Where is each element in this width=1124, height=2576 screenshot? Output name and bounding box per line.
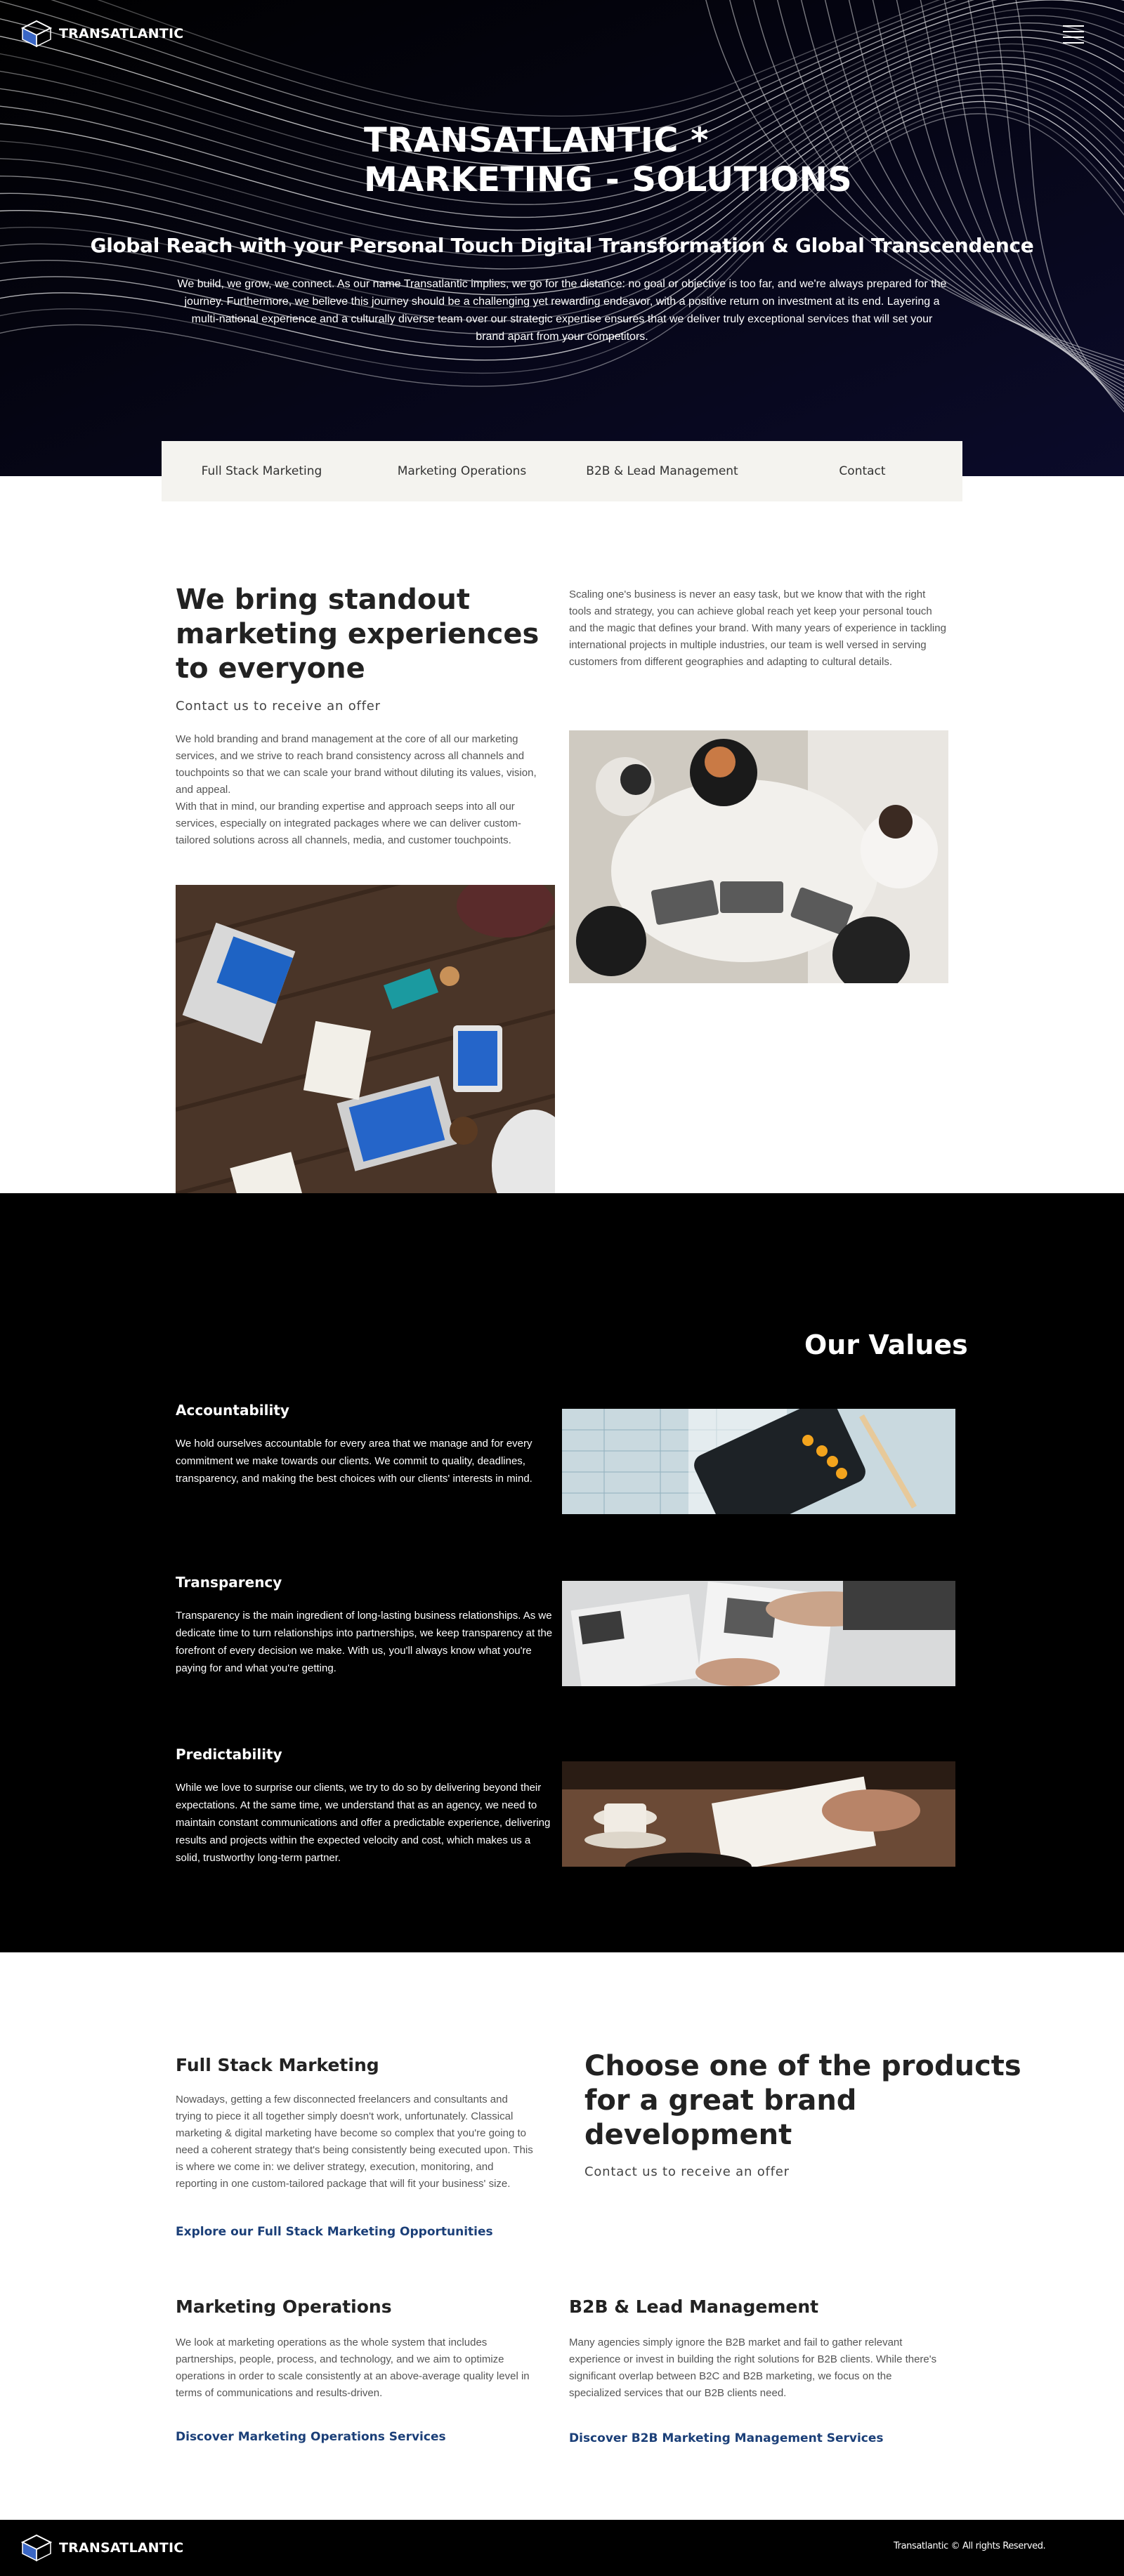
value-heading-accountability: Accountability: [176, 1402, 289, 1419]
marketing-operations-link[interactable]: Discover Marketing Operations Services: [176, 2430, 446, 2444]
choose-heading-line1: Choose one of the products: [584, 2050, 1021, 2082]
hamburger-menu-icon[interactable]: [1063, 24, 1084, 45]
choose-heading-line3: development: [584, 2119, 792, 2151]
intro-heading: We bring standout marketing experiences …: [176, 583, 539, 686]
tab-b2b-lead-management[interactable]: B2B & Lead Management: [562, 441, 762, 501]
b2b-link[interactable]: Discover B2B Marketing Management Servic…: [569, 2431, 884, 2445]
calculator-documents-photo: [562, 1409, 955, 1514]
intro-heading-line3: to everyone: [176, 652, 365, 685]
intro-right-text: Scaling one's business is never an easy …: [569, 589, 946, 668]
logo-mark-icon: [21, 20, 52, 48]
full-stack-link[interactable]: Explore our Full Stack Marketing Opportu…: [176, 2225, 493, 2239]
footer-logo-text: TRANSATLANTIC: [59, 2540, 184, 2556]
logo-text: TRANSATLANTIC: [59, 26, 184, 41]
tab-marketing-operations[interactable]: Marketing Operations: [362, 441, 562, 501]
hero-title-line1: TRANSATLANTIC *: [364, 121, 709, 160]
values-title: Our Values: [804, 1329, 968, 1360]
value-text-predictability: While we love to surprise our clients, w…: [176, 1782, 551, 1864]
value-heading-predictability: Predictability: [176, 1746, 282, 1763]
hero-description: We build, we grow, we connect. As our na…: [177, 278, 947, 343]
full-stack-heading: Full Stack Marketing: [176, 2055, 379, 2075]
hero-title: TRANSATLANTIC * MARKETING - SOLUTIONS: [364, 121, 852, 199]
marketing-operations-text: We look at marketing operations as the w…: [176, 2337, 530, 2399]
choose-products-heading: Choose one of the products for a great b…: [584, 2049, 1021, 2153]
coffee-notebook-photo: [562, 1761, 955, 1867]
b2b-heading: B2B & Lead Management: [569, 2296, 819, 2317]
value-text-accountability: We hold ourselves accountable for every …: [176, 1438, 532, 1485]
full-stack-text: Nowadays, getting a few disconnected fre…: [176, 2094, 533, 2190]
tab-contact[interactable]: Contact: [762, 441, 962, 501]
header-logo[interactable]: TRANSATLANTIC: [21, 20, 183, 48]
logo-mark-icon: [21, 2534, 52, 2562]
tab-full-stack-marketing[interactable]: Full Stack Marketing: [162, 441, 362, 501]
footer-logo[interactable]: TRANSATLANTIC: [21, 2534, 183, 2562]
copyright-text: Transatlantic © All rights Reserved.: [894, 2541, 1046, 2551]
products-contact-cta[interactable]: Contact us to receive an offer: [584, 2164, 790, 2179]
intro-heading-line2: marketing experiences: [176, 618, 540, 650]
intro-contact-cta[interactable]: Contact us to receive an offer: [176, 699, 381, 714]
intro-heading-line1: We bring standout: [176, 584, 470, 616]
b2b-text: Many agencies simply ignore the B2B mark…: [569, 2337, 937, 2399]
handshake-papers-photo: [562, 1581, 955, 1686]
hero-section: TRANSATLANTIC TRANSATLANTIC * MARKETING …: [0, 0, 1124, 476]
intro-left-text: We hold branding and brand management at…: [176, 733, 537, 846]
value-heading-transparency: Transparency: [176, 1574, 282, 1591]
value-text-transparency: Transparency is the main ingredient of l…: [176, 1610, 553, 1674]
hero-title-line2: MARKETING - SOLUTIONS: [364, 160, 853, 199]
service-tabs: Full Stack Marketing Marketing Operation…: [162, 441, 962, 501]
marketing-operations-heading: Marketing Operations: [176, 2296, 392, 2317]
hero-subtitle: Global Reach with your Personal Touch Di…: [90, 234, 1034, 257]
team-meeting-photo: [569, 730, 948, 983]
choose-heading-line2: for a great brand: [584, 2084, 857, 2117]
